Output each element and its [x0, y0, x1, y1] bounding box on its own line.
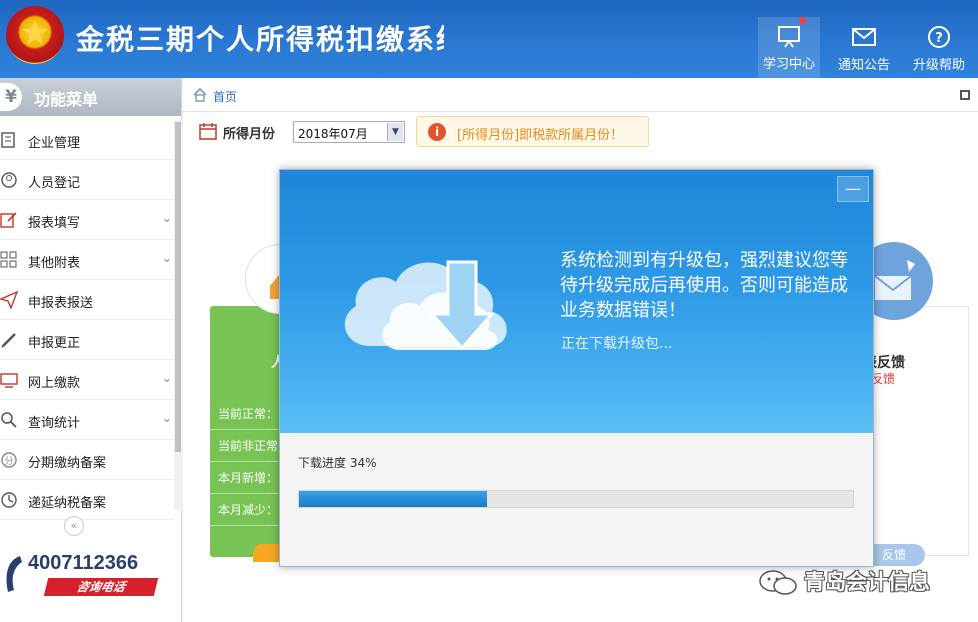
info-icon: i — [428, 123, 446, 141]
minimize-button[interactable]: — — [837, 176, 869, 202]
sidebar-item-label: 分期缴纳备案 — [28, 456, 107, 471]
progress-section: 下载进度 34% — [280, 433, 873, 566]
watermark-text: 青岛会计信息 — [804, 570, 930, 594]
scrollbar-thumb[interactable] — [175, 122, 181, 452]
grid-icon — [0, 251, 17, 268]
sidebar-item-label: 其他附表 — [28, 256, 81, 271]
sidebar-item-deferred-tax[interactable]: 递延纳税备案 — [0, 480, 174, 520]
person-icon — [1, 172, 17, 188]
sidebar-item-label: 申报表报送 — [28, 296, 94, 311]
search-icon — [1, 412, 17, 428]
upgrade-help-button[interactable]: ? 升级帮助 — [908, 18, 970, 76]
month-hint-text: [所得月份]即税款所属月份！ — [457, 128, 624, 143]
learning-center-button[interactable]: 学习中心 — [758, 17, 820, 78]
feedback-card-subtitle: 反馈 — [871, 372, 896, 386]
learning-center-label: 学习中心 — [762, 57, 815, 72]
sidebar-item-other-schedules[interactable]: 其他附表 ⌄ — [0, 240, 174, 280]
mail-icon — [852, 28, 876, 46]
notification-dot — [799, 17, 806, 24]
maximize-button[interactable] — [960, 90, 970, 100]
sidebar-item-label: 查询统计 — [28, 416, 81, 431]
app-header: 金税三期个人所得税扣缴系统 学习中心 通知公告 ? 升级帮助 — [0, 0, 978, 78]
month-select-value: 2018年07月 — [298, 127, 368, 141]
chevron-down-icon: ⌄ — [161, 411, 172, 425]
help-icon: ? — [928, 26, 950, 48]
stat-row: 当前正常： — [210, 398, 290, 430]
breadcrumb-home[interactable]: 首页 — [213, 88, 237, 105]
svg-text:分: 分 — [4, 456, 13, 467]
calendar-icon — [199, 123, 217, 140]
feedback-envelope-icon — [874, 260, 915, 300]
month-hint: i [所得月份]即税款所属月份！ — [416, 116, 649, 147]
clock-icon — [1, 492, 17, 508]
app-title: 金税三期个人所得税扣缴系统 — [76, 23, 444, 56]
collapse-sidebar-button[interactable]: « — [64, 516, 84, 536]
phone-icon — [6, 556, 22, 592]
home-icon — [193, 88, 207, 102]
feedback-card[interactable] — [871, 306, 969, 556]
send-icon — [0, 291, 18, 309]
month-select[interactable]: 2018年07月 ▼ — [293, 121, 405, 143]
sidebar-item-submit-report[interactable]: 申报表报送 — [0, 280, 174, 320]
sidebar-item-query-stats[interactable]: 查询统计 ⌄ — [0, 400, 174, 440]
upgrade-message: 系统检测到有升级包，强烈建议您等待升级完成后再使用。否则可能造成业务数据错误！ — [560, 250, 848, 321]
sidebar-item-label: 人员登记 — [28, 176, 81, 191]
stat-row: 当前非正常 — [210, 430, 290, 462]
sidebar-item-personnel[interactable]: 人员登记 — [0, 160, 174, 200]
chevron-down-icon[interactable]: ▼ — [387, 123, 403, 141]
sidebar-item-label: 网上缴款 — [28, 376, 81, 391]
sidebar-item-installment[interactable]: 分 分期缴纳备案 — [0, 440, 174, 480]
sidebar-item-label: 递延纳税备案 — [28, 496, 107, 511]
filter-bar: 所得月份 2018年07月 ▼ i [所得月份]即税款所属月份！ — [183, 112, 978, 152]
document-icon — [1, 132, 15, 148]
hotline-label: 咨询电话 — [43, 578, 159, 596]
sidebar-title: 功能菜单 — [34, 90, 99, 109]
pencil-icon — [1, 333, 16, 348]
sidebar-header: ¥ 功能菜单 — [0, 78, 181, 116]
sidebar-item-label: 报表填写 — [28, 216, 81, 231]
edit-icon — [0, 212, 17, 228]
personnel-card[interactable]: 当前正常： 当前非正常 本月新增： 本月减少： — [210, 306, 290, 557]
upgrade-dialog-banner: — 系统检测到有升级包，强烈建议您等待升级完成后再使用。否则可能造成业务数据错误… — [280, 170, 873, 433]
hotline-number: 4007112366 — [28, 552, 139, 574]
progress-label: 下载进度 34% — [298, 456, 377, 470]
notice-label: 通知公告 — [837, 58, 890, 73]
svg-text:?: ? — [935, 31, 943, 46]
month-label: 所得月份 — [223, 127, 276, 142]
sidebar-item-correction[interactable]: 申报更正 — [0, 320, 174, 360]
upgrade-dialog: — 系统检测到有升级包，强烈建议您等待升级完成后再使用。否则可能造成业务数据错误… — [279, 169, 874, 567]
installment-icon: 分 — [1, 452, 17, 468]
upgrade-help-label: 升级帮助 — [912, 58, 965, 73]
chevron-down-icon: ⌄ — [161, 251, 172, 265]
yen-icon: ¥ — [0, 83, 22, 111]
sidebar-item-enterprise[interactable]: 企业管理 — [0, 120, 174, 160]
sidebar-item-label: 企业管理 — [28, 136, 81, 151]
notice-button[interactable]: 通知公告 — [833, 18, 895, 76]
payment-icon — [0, 373, 18, 388]
progress-bar — [298, 490, 854, 508]
chevron-down-icon: ⌄ — [161, 371, 172, 385]
sidebar-menu: 企业管理 人员登记 报表填写 ⌄ 其他附表 ⌄ 申报表报送 申报更正 网上缴款 … — [0, 120, 174, 520]
sidebar: ¥ 功能菜单 企业管理 人员登记 报表填写 ⌄ 其他附表 ⌄ 申报表报送 申报更… — [0, 78, 182, 622]
download-status: 正在下载升级包... — [561, 336, 673, 352]
wechat-icon — [759, 570, 797, 595]
sidebar-item-label: 申报更正 — [28, 336, 81, 351]
presentation-icon — [778, 26, 800, 48]
cloud-download-icon — [344, 260, 507, 351]
chevron-down-icon: ⌄ — [161, 211, 172, 225]
sidebar-item-report-fill[interactable]: 报表填写 ⌄ — [0, 200, 174, 240]
breadcrumb: 首页 — [183, 78, 978, 112]
stat-row: 本月新增： — [210, 462, 290, 494]
sidebar-scrollbar[interactable] — [174, 120, 182, 510]
progress-bar-fill — [299, 491, 488, 507]
stat-row: 本月减少： — [210, 494, 290, 526]
hotline-banner: 4007112366 咨询电话 — [0, 548, 170, 608]
sidebar-item-online-payment[interactable]: 网上缴款 ⌄ — [0, 360, 174, 400]
national-emblem-icon — [6, 6, 64, 64]
